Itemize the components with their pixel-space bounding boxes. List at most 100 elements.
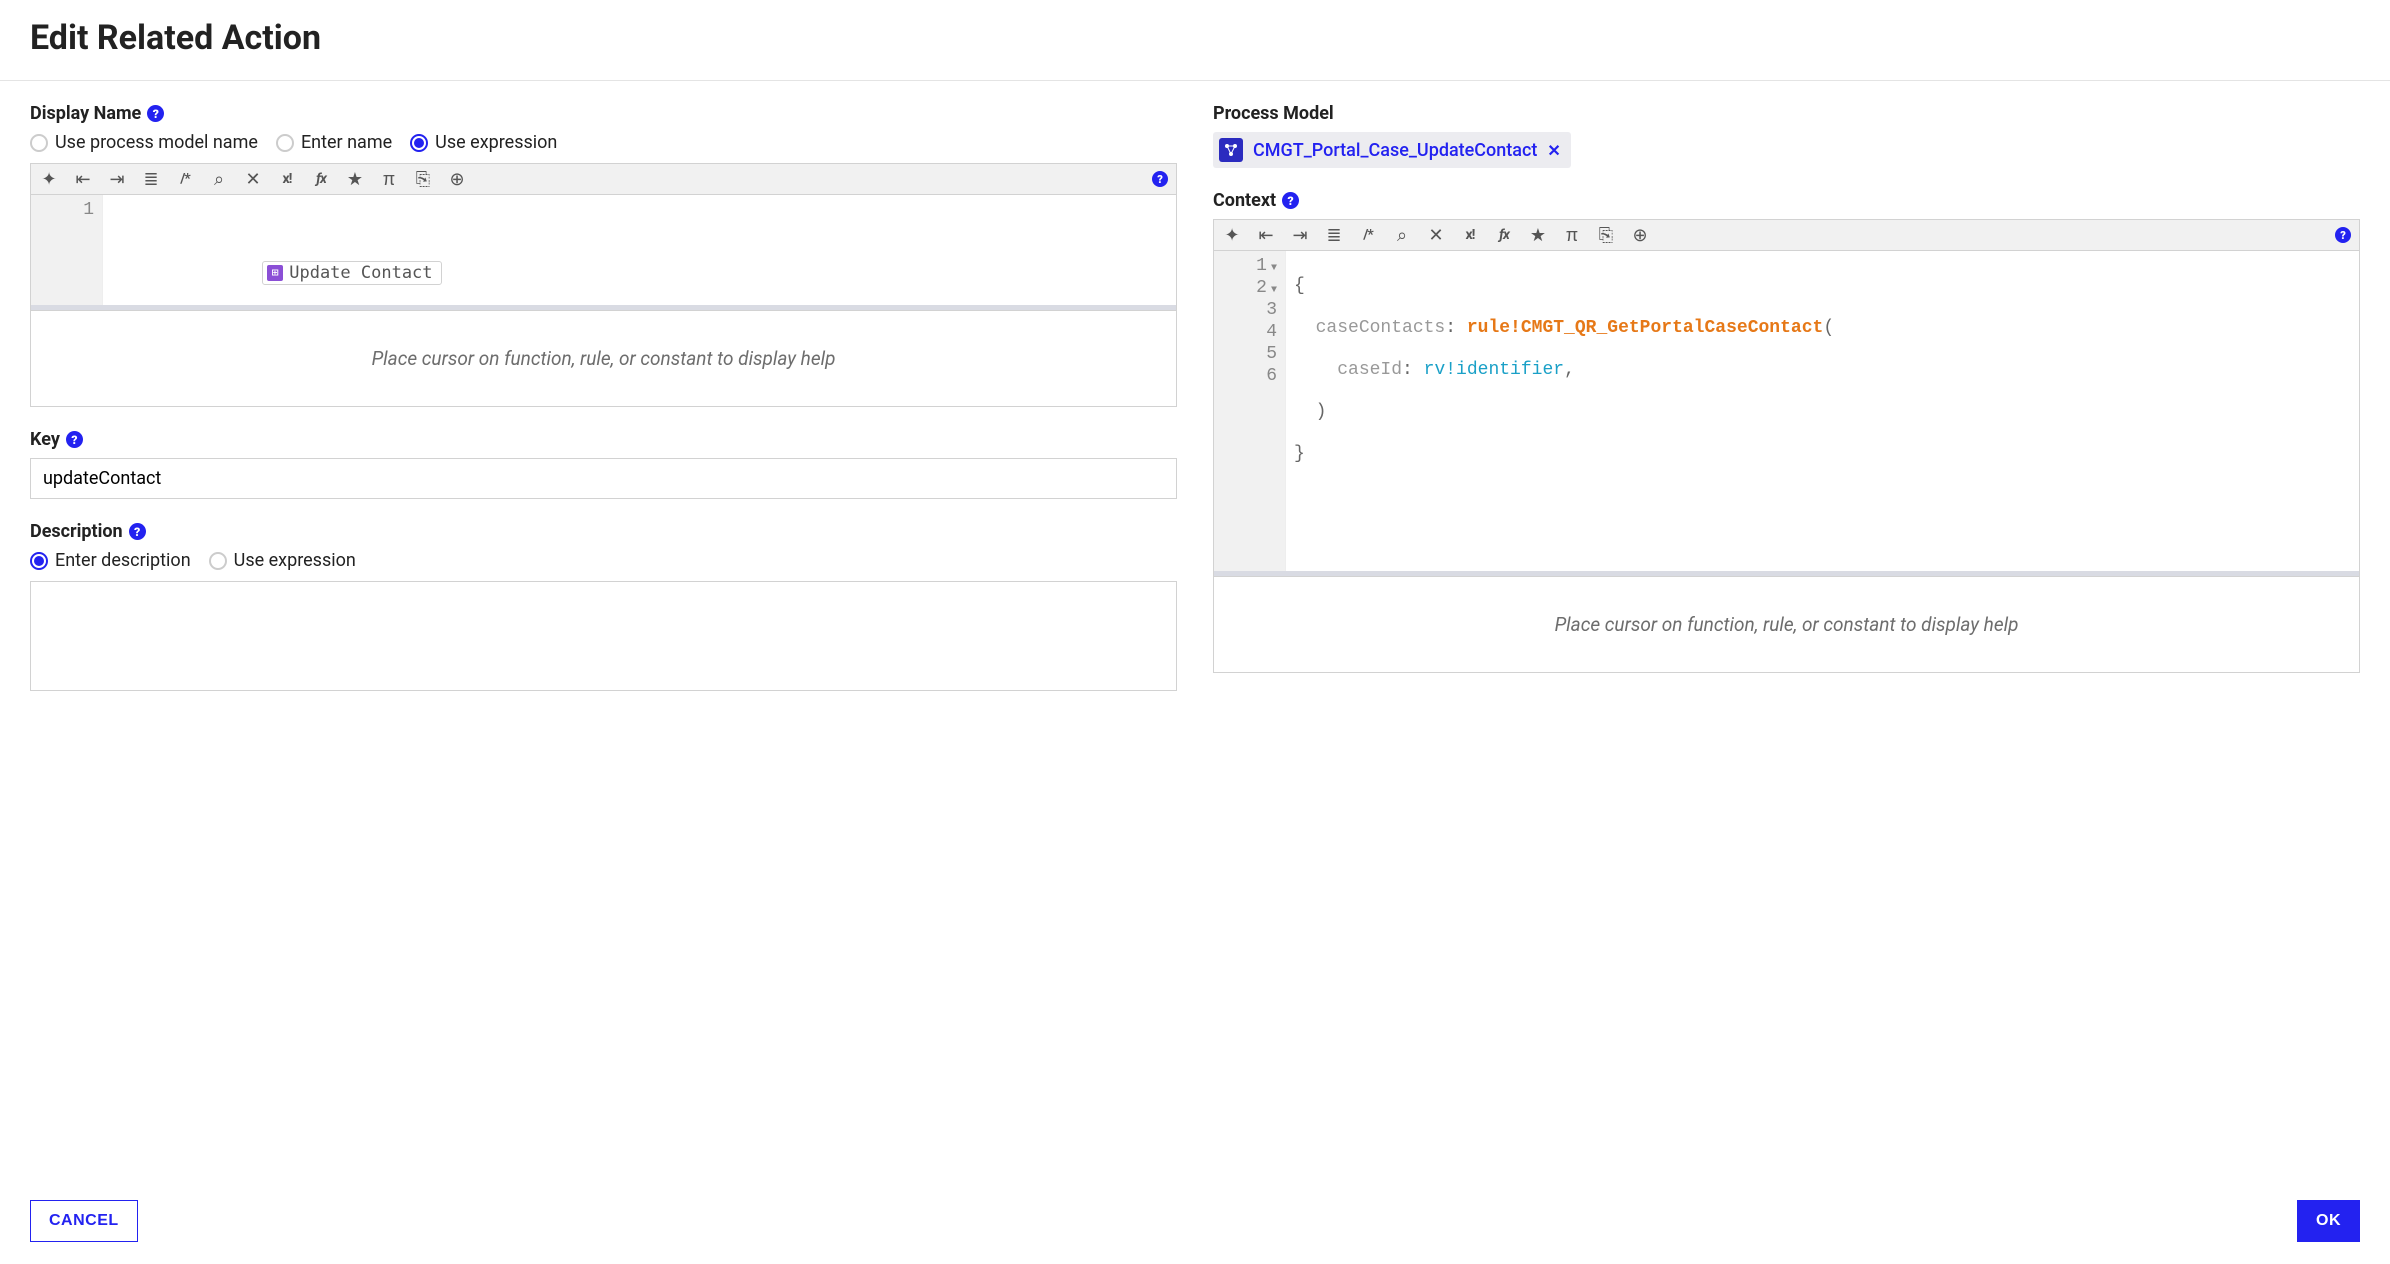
- expression-hint: Place cursor on function, rule, or const…: [30, 311, 1177, 407]
- process-model-name: CMGT_Portal_Case_UpdateContact: [1253, 140, 1537, 161]
- list-icon[interactable]: ≣: [141, 169, 161, 189]
- key-label-row: Key ?: [30, 429, 1177, 450]
- display-name-expression-editor: ✦ ⇤ ⇥ ≣ /* ⌕ ✕ x! ƒx ★ π ⎘ ⊕ ?: [30, 163, 1177, 311]
- process-model-icon: [1219, 138, 1243, 162]
- key-label: Key: [30, 429, 60, 450]
- x-exclaim-icon[interactable]: x!: [277, 169, 297, 189]
- radio-label: Enter description: [55, 550, 191, 571]
- list-icon[interactable]: ≣: [1324, 225, 1344, 245]
- description-label: Description: [30, 521, 123, 542]
- radio-use-expression[interactable]: Use expression: [209, 550, 356, 571]
- radio-use-process-model-name[interactable]: Use process model name: [30, 132, 258, 153]
- process-model-field: Process Model CMGT_Portal_Case_UpdateCon…: [1213, 103, 2360, 168]
- expression-hint: Place cursor on function, rule, or const…: [1213, 577, 2360, 673]
- help-icon[interactable]: ?: [147, 105, 164, 122]
- context-field: Context ? ✦ ⇤ ⇥ ≣ /* ⌕ ✕ x! ƒx ★ π ⎘ ⊕: [1213, 190, 2360, 673]
- radio-icon: [30, 552, 48, 570]
- description-label-row: Description ?: [30, 521, 1177, 542]
- editor-divider[interactable]: [1214, 571, 2359, 576]
- expression-code[interactable]: ⊞ Update Contact: [103, 195, 1176, 305]
- line-gutter: 1: [31, 195, 103, 305]
- magic-wand-icon[interactable]: ✦: [39, 169, 59, 189]
- dialog-body: Display Name ? Use process model name En…: [0, 81, 2390, 1177]
- display-name-label-row: Display Name ?: [30, 103, 1177, 124]
- line-number: 1: [31, 199, 94, 221]
- expression-body[interactable]: 1▼ 2▼ 3 4 5 6 { caseContacts: rule!CMGT_…: [1214, 251, 2359, 571]
- radio-icon: [30, 134, 48, 152]
- description-radio-group: Enter description Use expression: [30, 550, 1177, 571]
- indent-icon[interactable]: ⇥: [107, 169, 127, 189]
- display-name-radio-group: Use process model name Enter name Use ex…: [30, 132, 1177, 153]
- radio-label: Use expression: [435, 132, 557, 153]
- expression-body[interactable]: 1 ⊞ Update Contact: [31, 195, 1176, 305]
- search-icon[interactable]: ⌕: [209, 169, 229, 189]
- line-number: 1▼: [1214, 255, 1277, 277]
- description-field: Description ? Enter description Use expr…: [30, 521, 1177, 696]
- help-icon[interactable]: ?: [2335, 227, 2351, 243]
- outdent-icon[interactable]: ⇤: [1256, 225, 1276, 245]
- key-field: Key ?: [30, 429, 1177, 499]
- left-column: Display Name ? Use process model name En…: [30, 103, 1177, 1177]
- expression-toolbar: ✦ ⇤ ⇥ ≣ /* ⌕ ✕ x! ƒx ★ π ⎘ ⊕ ?: [31, 164, 1176, 195]
- cancel-button[interactable]: CANCEL: [30, 1200, 138, 1242]
- translation-icon: ⊞: [267, 265, 283, 281]
- key-input[interactable]: [30, 458, 1177, 499]
- line-number: 6: [1214, 365, 1277, 387]
- process-model-label-row: Process Model: [1213, 103, 2360, 124]
- display-name-field: Display Name ? Use process model name En…: [30, 103, 1177, 407]
- line-gutter: 1▼ 2▼ 3 4 5 6: [1214, 251, 1286, 571]
- radio-label: Enter name: [301, 132, 392, 153]
- search-icon[interactable]: ⌕: [1392, 225, 1412, 245]
- shuffle-icon[interactable]: ✕: [1426, 225, 1446, 245]
- export-icon[interactable]: ⎘: [1596, 225, 1616, 245]
- pi-icon[interactable]: π: [1562, 225, 1582, 245]
- radio-label: Use process model name: [55, 132, 258, 153]
- radio-enter-name[interactable]: Enter name: [276, 132, 392, 153]
- radio-icon: [410, 134, 428, 152]
- ok-button[interactable]: OK: [2297, 1200, 2360, 1242]
- description-input[interactable]: [30, 581, 1177, 691]
- star-icon[interactable]: ★: [1528, 225, 1548, 245]
- globe-icon[interactable]: ⊕: [447, 169, 467, 189]
- close-icon[interactable]: ✕: [1547, 141, 1560, 160]
- indent-icon[interactable]: ⇥: [1290, 225, 1310, 245]
- fx-icon[interactable]: ƒx: [1494, 225, 1514, 245]
- radio-icon: [276, 134, 294, 152]
- help-icon[interactable]: ?: [1282, 192, 1299, 209]
- pi-icon[interactable]: π: [379, 169, 399, 189]
- context-label-row: Context ?: [1213, 190, 2360, 211]
- help-icon[interactable]: ?: [66, 431, 83, 448]
- line-number: 2▼: [1214, 277, 1277, 299]
- line-number: 4: [1214, 321, 1277, 343]
- context-label: Context: [1213, 190, 1276, 211]
- chip-text: Update Contact: [289, 262, 432, 284]
- radio-enter-description[interactable]: Enter description: [30, 550, 191, 571]
- internationalization-chip[interactable]: ⊞ Update Contact: [262, 261, 441, 285]
- star-icon[interactable]: ★: [345, 169, 365, 189]
- process-model-chip[interactable]: CMGT_Portal_Case_UpdateContact ✕: [1213, 132, 1571, 168]
- shuffle-icon[interactable]: ✕: [243, 169, 263, 189]
- right-column: Process Model CMGT_Portal_Case_UpdateCon…: [1213, 103, 2360, 1177]
- display-name-label: Display Name: [30, 103, 141, 124]
- comment-icon[interactable]: /*: [175, 169, 195, 189]
- line-number: 5: [1214, 343, 1277, 365]
- expression-code[interactable]: { caseContacts: rule!CMGT_QR_GetPortalCa…: [1286, 251, 2359, 571]
- radio-icon: [209, 552, 227, 570]
- export-icon[interactable]: ⎘: [413, 169, 433, 189]
- process-model-label: Process Model: [1213, 103, 1334, 124]
- fx-icon[interactable]: ƒx: [311, 169, 331, 189]
- editor-divider[interactable]: [31, 305, 1176, 310]
- x-exclaim-icon[interactable]: x!: [1460, 225, 1480, 245]
- comment-icon[interactable]: /*: [1358, 225, 1378, 245]
- radio-use-expression[interactable]: Use expression: [410, 132, 557, 153]
- dialog-title: Edit Related Action: [30, 18, 2360, 58]
- dialog-header: Edit Related Action: [0, 0, 2390, 81]
- context-expression-editor: ✦ ⇤ ⇥ ≣ /* ⌕ ✕ x! ƒx ★ π ⎘ ⊕ ?: [1213, 219, 2360, 577]
- magic-wand-icon[interactable]: ✦: [1222, 225, 1242, 245]
- globe-icon[interactable]: ⊕: [1630, 225, 1650, 245]
- outdent-icon[interactable]: ⇤: [73, 169, 93, 189]
- radio-label: Use expression: [234, 550, 356, 571]
- expression-toolbar: ✦ ⇤ ⇥ ≣ /* ⌕ ✕ x! ƒx ★ π ⎘ ⊕ ?: [1214, 220, 2359, 251]
- help-icon[interactable]: ?: [129, 523, 146, 540]
- help-icon[interactable]: ?: [1152, 171, 1168, 187]
